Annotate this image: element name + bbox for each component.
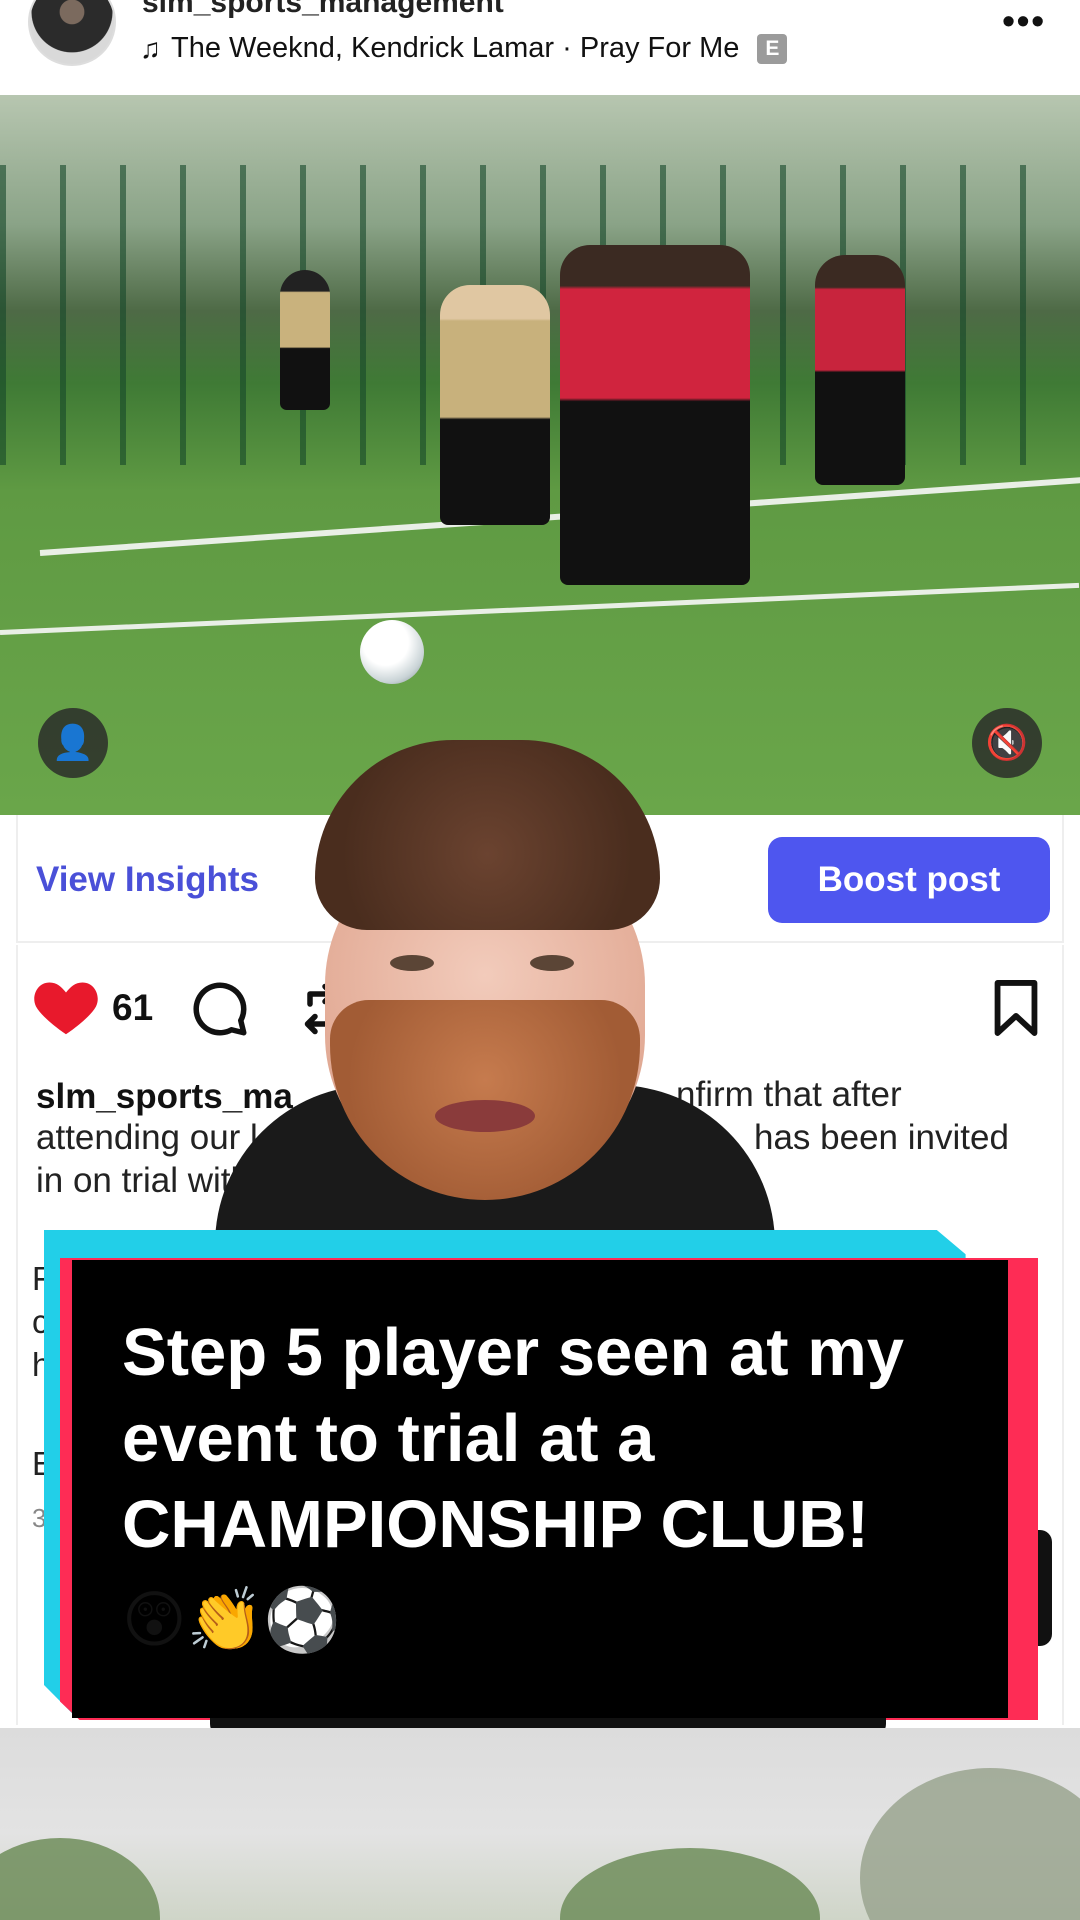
presenter-eye [530, 955, 574, 971]
tree [560, 1848, 820, 1920]
bookmark-icon[interactable] [990, 979, 1042, 1037]
music-info[interactable]: ♫ The Weeknd, Kendrick Lamar · Pray For … [140, 32, 788, 65]
post-username[interactable]: slm_sports_management [142, 0, 504, 20]
boost-post-button[interactable]: Boost post [768, 837, 1050, 923]
more-options-button[interactable]: ••• [1002, 0, 1046, 42]
overlay-caption: Step 5 player seen at my event to trial … [122, 1315, 905, 1562]
player-figure [280, 270, 330, 410]
presenter-hair [315, 740, 660, 930]
pitch-line [0, 582, 1080, 635]
player-figure [815, 255, 905, 485]
tree [860, 1768, 1080, 1920]
user-tag-icon[interactable]: 👤 [38, 708, 108, 778]
heart-icon[interactable] [32, 977, 100, 1037]
mute-icon[interactable]: 🔇 [972, 708, 1042, 778]
overlay-emojis: 😲👏⚽ [122, 1583, 342, 1656]
like-count[interactable]: 61 [112, 987, 153, 1029]
player-figure [440, 285, 550, 525]
football [360, 620, 424, 684]
post-header: slm_sports_management ♫ The Weeknd, Kend… [0, 0, 1080, 95]
player-figure [560, 245, 750, 585]
music-title[interactable]: The Weeknd, Kendrick Lamar · Pray For Me [171, 32, 739, 65]
caption-text: has been invited [754, 1118, 1009, 1157]
next-post-photo[interactable] [0, 1728, 1080, 1920]
presenter-face [215, 740, 775, 1245]
post-photo[interactable] [0, 95, 1080, 815]
explicit-badge: E [757, 33, 788, 64]
tree [0, 1838, 160, 1920]
presenter-mouth [435, 1100, 535, 1132]
presenter-eye [390, 955, 434, 971]
profile-avatar[interactable] [28, 0, 116, 66]
music-note-icon: ♫ [140, 32, 161, 64]
